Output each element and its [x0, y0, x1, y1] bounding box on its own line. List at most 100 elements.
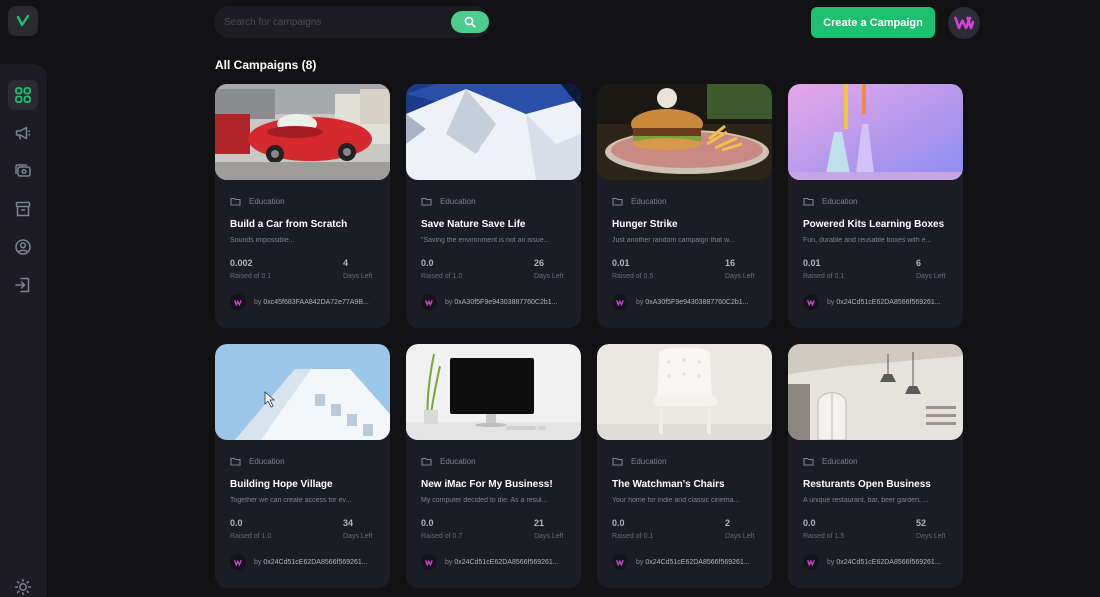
- campaign-image: [215, 84, 390, 180]
- owner-address: 0xA30f5F9e94303887760C2b1...: [645, 298, 749, 306]
- campaign-category: Education: [612, 197, 667, 206]
- brand-logo-icon: [806, 299, 815, 306]
- campaign-owner: by 0xA30f5F9e94303887760C2b1...: [612, 294, 749, 310]
- logo-icon: [16, 14, 30, 27]
- brand-logo-icon: [615, 299, 624, 306]
- campaign-card[interactable]: Education Building Hope Village Together…: [215, 344, 390, 588]
- owner-prefix: by: [254, 298, 262, 306]
- campaign-category: Education: [230, 457, 285, 466]
- folder-icon: [803, 457, 814, 466]
- page-title: All Campaigns (8): [215, 58, 317, 72]
- campaign-title: The Watchman's Chairs: [612, 479, 725, 490]
- days-left-value: 16: [725, 258, 736, 268]
- days-left-label: Days Left: [343, 273, 373, 280]
- owner-address: 0x24Cd51cE62DA8566f569261...: [263, 558, 368, 566]
- folder-icon: [803, 197, 814, 206]
- campaign-category: Education: [803, 197, 858, 206]
- raised-label: Raised of 0.7: [421, 533, 463, 540]
- campaign-image: [788, 344, 963, 440]
- sidebar-item-logout[interactable]: [8, 270, 38, 300]
- user-avatar[interactable]: [948, 7, 980, 39]
- folder-icon: [612, 457, 623, 466]
- category-label: Education: [822, 197, 858, 206]
- sidebar-item-campaign[interactable]: [8, 118, 38, 148]
- owner-prefix: by: [254, 558, 262, 566]
- campaign-card[interactable]: Education Hunger Strike Just another ran…: [597, 84, 772, 328]
- sun-icon: [14, 578, 32, 596]
- campaign-grid: Education Build a Car from Scratch Sound…: [215, 84, 963, 588]
- raised-amount: 0.0: [230, 518, 243, 528]
- days-left-value: 21: [534, 518, 545, 528]
- campaign-title: Powered Kits Learning Boxes: [803, 219, 945, 230]
- days-left-label: Days Left: [725, 533, 755, 540]
- campaign-owner: by 0x24Cd51cE62DA8566f569261...: [803, 294, 941, 310]
- brand-logo-icon: [233, 299, 242, 306]
- search-input[interactable]: [224, 14, 444, 30]
- brand-logo-icon: [615, 559, 624, 566]
- sidebar-item-payment[interactable]: [8, 156, 38, 186]
- raised-amount: 0.0: [612, 518, 625, 528]
- campaign-category: Education: [421, 197, 476, 206]
- campaign-image: [215, 344, 390, 440]
- sidebar-item-profile[interactable]: [8, 232, 38, 262]
- campaign-description: "Saving the environment is not an issue.…: [421, 237, 550, 244]
- raised-amount: 0.01: [612, 258, 630, 268]
- days-left-value: 2: [725, 518, 731, 528]
- theme-toggle[interactable]: [8, 572, 38, 597]
- owner-prefix: by: [636, 298, 644, 306]
- raised-amount: 0.002: [230, 258, 253, 268]
- search-bar: [214, 6, 490, 38]
- owner-avatar: [803, 554, 819, 570]
- sidebar-item-withdraw[interactable]: [8, 194, 38, 224]
- owner-avatar: [612, 554, 628, 570]
- campaign-description: A unique restaurant, bar, beer garden, .…: [803, 497, 929, 504]
- raised-amount: 0.0: [803, 518, 816, 528]
- brand-logo-icon: [806, 559, 815, 566]
- search-button[interactable]: [451, 11, 489, 33]
- campaign-description: Sounds impossible...: [230, 237, 295, 244]
- campaign-description: Your home for indie and classic cinema..…: [612, 497, 740, 504]
- campaign-card[interactable]: Education Powered Kits Learning Boxes Fu…: [788, 84, 963, 328]
- owner-avatar: [421, 294, 437, 310]
- campaign-card[interactable]: Education Save Nature Save Life "Saving …: [406, 84, 581, 328]
- campaign-card[interactable]: Education New iMac For My Business! My c…: [406, 344, 581, 588]
- sidebar-item-dashboard[interactable]: [8, 80, 38, 110]
- raised-amount: 0.01: [803, 258, 821, 268]
- campaign-card[interactable]: Education Build a Car from Scratch Sound…: [215, 84, 390, 328]
- campaign-title: Hunger Strike: [612, 219, 678, 230]
- days-left-value: 26: [534, 258, 545, 268]
- campaign-title: Build a Car from Scratch: [230, 219, 348, 230]
- campaign-owner: by 0x24Cd51cE62DA8566f569261...: [421, 554, 559, 570]
- campaign-title: Building Hope Village: [230, 479, 333, 490]
- days-left-label: Days Left: [916, 533, 946, 540]
- days-left-value: 34: [343, 518, 354, 528]
- days-left-label: Days Left: [343, 533, 373, 540]
- campaign-owner: by 0x24Cd51cE62DA8566f569261...: [230, 554, 368, 570]
- campaign-category: Education: [230, 197, 285, 206]
- create-campaign-button[interactable]: Create a Campaign: [811, 7, 935, 38]
- campaign-description: Fun, durable and reusable boxes with e..…: [803, 237, 932, 244]
- campaign-card[interactable]: Education The Watchman's Chairs Your hom…: [597, 344, 772, 588]
- folder-icon: [421, 457, 432, 466]
- campaign-title: New iMac For My Business!: [421, 479, 553, 490]
- app-logo[interactable]: [8, 6, 38, 36]
- campaign-owner: by 0xc45f683FAA842DA72e77A9B...: [230, 294, 369, 310]
- category-label: Education: [631, 457, 667, 466]
- raised-label: Raised of 0.1: [230, 273, 272, 280]
- owner-avatar: [612, 294, 628, 310]
- campaign-category: Education: [421, 457, 476, 466]
- campaign-category: Education: [803, 457, 858, 466]
- folder-icon: [230, 457, 241, 466]
- folder-icon: [230, 197, 241, 206]
- folder-icon: [421, 197, 432, 206]
- campaign-owner: by 0x24Cd51cE62DA8566f569261...: [803, 554, 941, 570]
- campaign-card[interactable]: Education Resturants Open Business A uni…: [788, 344, 963, 588]
- campaign-image: [406, 84, 581, 180]
- campaign-image: [788, 84, 963, 180]
- raised-label: Raised of 0.5: [612, 273, 654, 280]
- owner-address: 0xc45f683FAA842DA72e77A9B...: [263, 298, 369, 306]
- days-left-label: Days Left: [534, 533, 564, 540]
- raised-amount: 0.0: [421, 518, 434, 528]
- campaign-title: Resturants Open Business: [803, 479, 931, 490]
- days-left-label: Days Left: [725, 273, 755, 280]
